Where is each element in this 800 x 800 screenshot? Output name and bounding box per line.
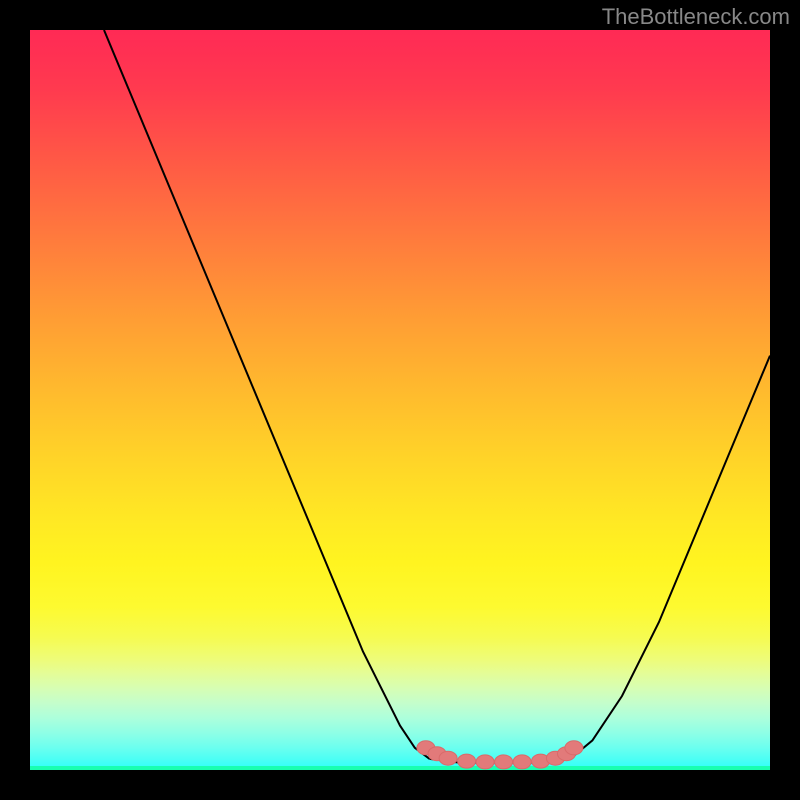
sweet-spot-marker — [495, 755, 513, 769]
sweet-spot-markers — [417, 741, 583, 769]
sweet-spot-marker — [439, 751, 457, 765]
sweet-spot-marker — [565, 741, 583, 755]
attribution-text: TheBottleneck.com — [602, 4, 790, 30]
sweet-spot-marker — [476, 755, 494, 769]
sweet-spot-marker — [513, 755, 531, 769]
plot-area — [30, 30, 770, 770]
curve-right-branch — [570, 356, 770, 759]
sweet-spot-marker — [458, 754, 476, 768]
curve-svg — [30, 30, 770, 770]
curve-left-branch — [104, 30, 430, 759]
